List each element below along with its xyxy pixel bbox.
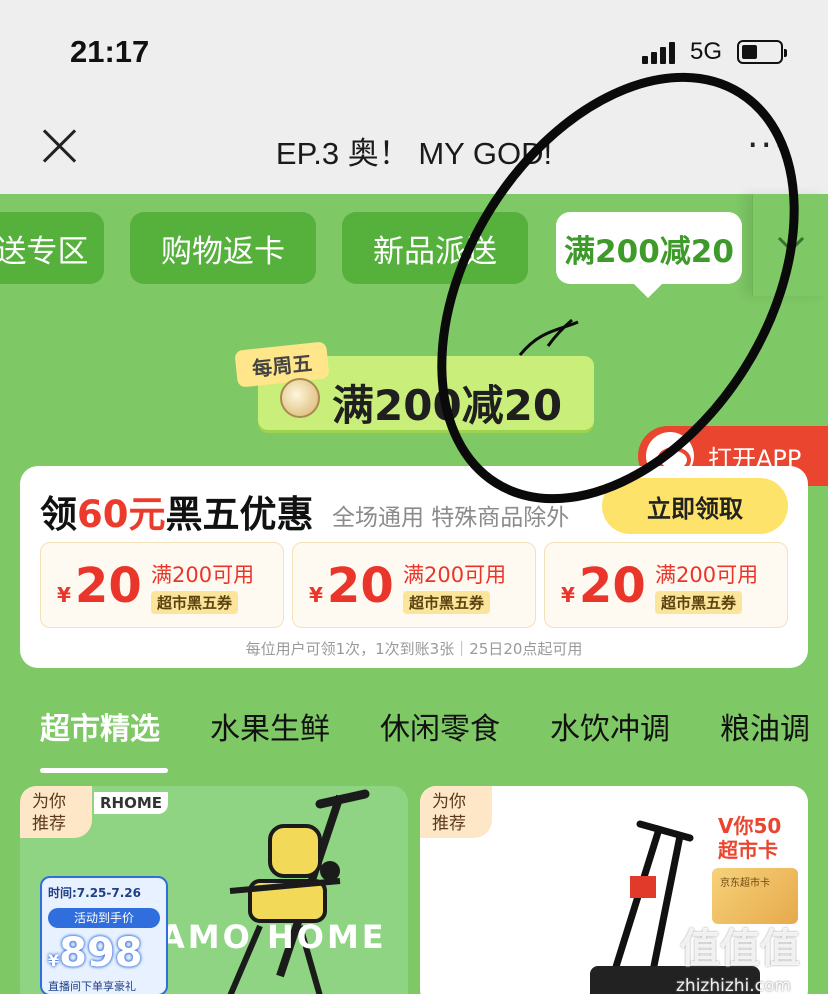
coupon-card-title: 领60元黑五优惠 [40, 484, 314, 538]
brand-watermark: AMO HOME [160, 918, 387, 956]
brand-label: RHOME [94, 792, 169, 814]
promo-time: 时间:7.25-7.26 [48, 886, 141, 900]
coupon-ticket: ¥20 满200可用 超市黑五券 [292, 542, 536, 628]
category-pill-1[interactable]: 购物返卡 [130, 212, 316, 284]
supermarket-card-title: V你50 超市卡 [718, 814, 782, 862]
coupon-card: 领60元黑五优惠 全场通用 特殊商品除外 立即领取 ¥20 满200可用 超市黑… [20, 466, 808, 668]
battery-icon [737, 40, 787, 64]
recommend-badge: 为你 推荐 [20, 786, 92, 838]
category-pill-active[interactable]: 满200减20 [556, 212, 742, 298]
coupon-type: 超市黑五券 [403, 591, 491, 614]
status-time: 21:17 [70, 34, 150, 69]
stroller-image [227, 789, 370, 994]
signal-icon [642, 40, 678, 64]
tab-fresh-fruit[interactable]: 水果生鲜 [210, 704, 330, 748]
coin-icon [280, 378, 320, 418]
weekly-badge: 每周五 满200减20 [232, 338, 612, 438]
coupon-title-prefix: 领 [40, 493, 77, 536]
category-pill-0[interactable]: 送专区 [0, 212, 104, 284]
product-card[interactable]: 为你 推荐 V你50 超市卡 京东超市卡 值值值 zhizhizhi.com [420, 786, 808, 994]
tab-supermarket-picks[interactable]: 超市精选 [40, 704, 160, 748]
coupon-amount: ¥20 [561, 558, 646, 614]
coupon-type: 超市黑五券 [151, 591, 239, 614]
coupon-footnote: 每位用户可领1次，1次到账3张｜25日20点起可用 [245, 640, 583, 658]
promo-note: 直播间下单享豪礼 [48, 980, 136, 993]
tab-grain-oil[interactable]: 粮油调 [720, 704, 810, 748]
coupon-type: 超市黑五券 [655, 591, 743, 614]
site-watermark: 值值值 [680, 926, 800, 972]
promo-label: 活动到手价 [48, 908, 160, 928]
coupon-ticket: ¥20 满200可用 超市黑五券 [544, 542, 788, 628]
category-expand-button[interactable] [752, 194, 828, 296]
chevron-down-icon [777, 236, 805, 253]
network-label: 5G [690, 38, 723, 65]
page-title: EP.3 奥！ MY GOD! [275, 136, 553, 171]
more-icon[interactable]: ··· [747, 128, 787, 164]
tab-drinks[interactable]: 水饮冲调 [550, 704, 670, 748]
recommend-badge: 为你 推荐 [420, 786, 492, 838]
coupon-ticket: ¥20 满200可用 超市黑五券 [40, 542, 284, 628]
claim-button[interactable]: 立即领取 [602, 478, 788, 534]
coupon-condition: 满200可用 [655, 563, 759, 587]
weekly-badge-text: 满200减20 [332, 381, 563, 430]
promo-price: ¥898 [48, 930, 143, 976]
coupon-amount: ¥20 [57, 558, 142, 614]
tab-snacks[interactable]: 休闲零食 [380, 704, 500, 748]
coupon-amount: ¥20 [309, 558, 394, 614]
coupon-condition: 满200可用 [151, 563, 255, 587]
product-card[interactable]: RHOME AMO HOME 为你 推荐 时间:7.25-7.26 活动到手价 … [20, 786, 408, 994]
coupon-card-subtitle: 全场通用 特殊商品除外 [332, 505, 570, 531]
promo-price-box: 时间:7.25-7.26 活动到手价 ¥898 直播间下单享豪礼 [40, 876, 168, 994]
coupon-title-amount: 60元 [77, 493, 166, 536]
site-watermark-url: zhizhizhi.com [676, 976, 791, 994]
top-bar: 21:17 5G EP.3 奥！ MY GOD! ··· [0, 0, 828, 194]
category-pill-2[interactable]: 新品派送 [342, 212, 528, 284]
supermarket-card-label: 京东超市卡 [720, 878, 770, 889]
active-tab-indicator [40, 768, 168, 773]
coupon-condition: 满200可用 [403, 563, 507, 587]
coupon-title-suffix: 黑五优惠 [165, 493, 314, 536]
